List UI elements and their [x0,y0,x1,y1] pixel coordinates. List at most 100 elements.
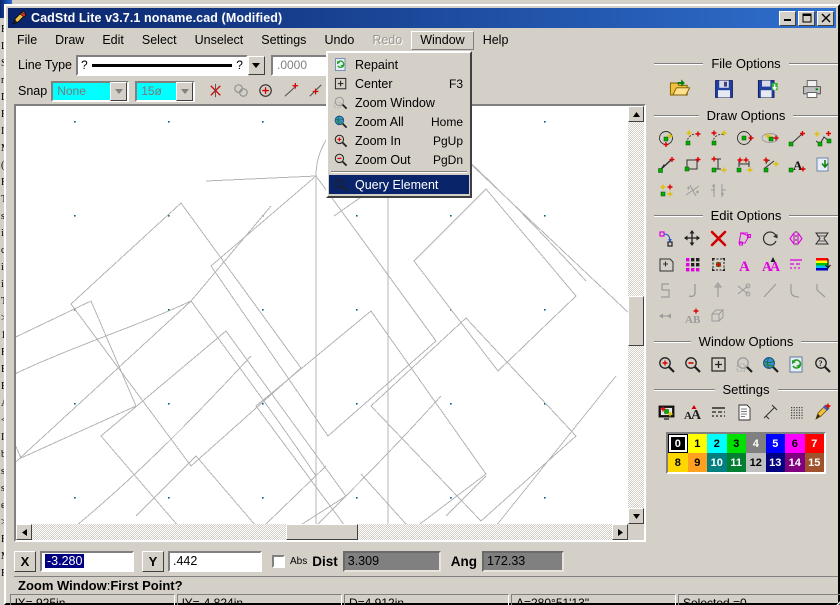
menu-window[interactable]: Window [411,30,474,50]
arc-3point-icon[interactable] [680,126,706,152]
snap-intersection-icon[interactable] [207,82,226,101]
dimension-horizontal-icon[interactable] [732,152,758,178]
arc-start-end-icon[interactable] [706,126,732,152]
font-settings-icon[interactable]: AA [680,400,706,426]
x-coordinate-input[interactable]: -3.280 [40,550,134,572]
color-swatch-9[interactable]: 9 [687,453,707,472]
menu-select[interactable]: Select [133,31,186,50]
trim-icon[interactable] [680,178,706,204]
edit-text-icon[interactable]: AA [758,252,784,278]
page-settings-icon[interactable] [732,400,758,426]
window-menu-item-zoom-window[interactable]: Zoom Window [329,93,469,112]
y-coordinate-input[interactable]: .442 [168,550,262,572]
absolute-checkbox[interactable] [272,554,285,568]
window-menu-item-center[interactable]: Center F3 [329,74,469,93]
y-coordinate-button[interactable]: Y [142,550,164,572]
display-settings-icon[interactable] [654,400,680,426]
line-edit-icon[interactable] [758,278,784,304]
mirror-icon[interactable] [784,226,810,252]
open-file-icon[interactable] [663,74,697,104]
scroll-up-button[interactable] [628,106,644,122]
snap-mode-arrow[interactable] [110,81,128,101]
color-swatch-14[interactable]: 14 [785,453,805,472]
zoom-all-icon[interactable] [758,352,784,378]
linetype-settings-icon[interactable] [706,400,732,426]
stretch-icon[interactable] [654,278,680,304]
dimension-settings-icon[interactable] [758,400,784,426]
color-swatch-8[interactable]: 8 [668,453,688,472]
polyline-icon[interactable] [810,126,836,152]
color-swatch-4[interactable]: 4 [746,434,766,453]
save-as-icon[interactable] [751,74,785,104]
change-linetype-icon[interactable] [784,252,810,278]
snap-nearest-icon[interactable] [232,82,251,101]
menu-undo[interactable]: Undo [315,31,363,50]
circle-center-radius-icon[interactable] [654,126,680,152]
menu-settings[interactable]: Settings [252,31,315,50]
snap-midpoint-icon[interactable] [307,82,326,101]
close-button[interactable] [817,10,834,26]
change-color-icon[interactable] [810,252,836,278]
window-dropdown-menu[interactable]: Repaint Center F3 Zoom Window Zoom All Home Zo… [326,51,472,198]
window-menu-item-zoom-in[interactable]: Zoom In PgUp [329,131,469,150]
scale-icon[interactable] [810,226,836,252]
color-swatch-0[interactable]: 0 [668,434,688,453]
menu-file[interactable]: File [8,31,46,50]
menu-draw[interactable]: Draw [46,31,93,50]
query-element-icon[interactable]: ? [810,352,836,378]
extrude-icon[interactable] [706,304,732,330]
scroll-left-button[interactable] [16,524,32,540]
rotate-icon[interactable] [758,226,784,252]
snap-angle-arrow[interactable] [176,81,194,101]
break-icon[interactable] [732,278,758,304]
align-icon[interactable] [706,278,732,304]
maximize-button[interactable] [798,10,815,26]
ellipse-icon[interactable] [758,126,784,152]
array-icon[interactable] [680,252,706,278]
vertical-scrollbar[interactable] [628,106,644,524]
delete-icon[interactable] [706,226,732,252]
pen-settings-icon[interactable] [810,400,836,426]
dimension-vertical-icon[interactable] [706,152,732,178]
save-file-icon[interactable] [707,74,741,104]
horizontal-scroll-thumb[interactable] [286,524,358,540]
snap-angle-combo[interactable]: 15ø [135,80,196,102]
line-icon[interactable] [784,126,810,152]
menu-help[interactable]: Help [474,31,518,50]
color-swatch-13[interactable]: 13 [765,453,785,472]
repaint-icon[interactable] [784,352,810,378]
center-icon[interactable] [706,352,732,378]
color-swatch-6[interactable]: 6 [785,434,805,453]
color-swatch-10[interactable]: 10 [707,453,727,472]
circle-2point-icon[interactable] [732,126,758,152]
color-swatch-1[interactable]: 1 [687,434,707,453]
text-icon[interactable]: A [784,152,810,178]
snap-center-icon[interactable] [257,82,276,101]
fillet-icon[interactable] [784,278,810,304]
move-node-icon[interactable] [654,226,680,252]
line-type-dropdown-arrow[interactable] [247,55,265,75]
text-attribute-icon[interactable]: AB [680,304,706,330]
color-swatch-3[interactable]: 3 [726,434,746,453]
move-icon[interactable] [680,226,706,252]
resize-grip[interactable] [830,596,840,605]
rectangle-icon[interactable] [680,152,706,178]
color-swatch-2[interactable]: 2 [707,434,727,453]
line-type-combo[interactable]: ? ? [75,54,248,76]
insert-drawing-icon[interactable] [810,152,836,178]
dimension-angular-icon[interactable] [758,152,784,178]
reverse-icon[interactable] [654,304,680,330]
window-menu-item-query-element[interactable]: ? Query Element [329,175,469,194]
join-icon[interactable] [680,278,706,304]
zoom-window-icon[interactable] [732,352,758,378]
window-menu-item-zoom-all[interactable]: Zoom All Home [329,112,469,131]
change-font-icon[interactable]: A [732,252,758,278]
snap-mode-combo[interactable]: None [51,80,130,102]
group-icon[interactable] [706,252,732,278]
grid-settings-icon[interactable] [784,400,810,426]
color-swatch-7[interactable]: 7 [804,434,824,453]
menu-edit[interactable]: Edit [93,31,133,50]
color-swatch-11[interactable]: 11 [726,453,746,472]
copy-icon[interactable] [732,226,758,252]
scroll-right-button[interactable] [612,524,628,540]
